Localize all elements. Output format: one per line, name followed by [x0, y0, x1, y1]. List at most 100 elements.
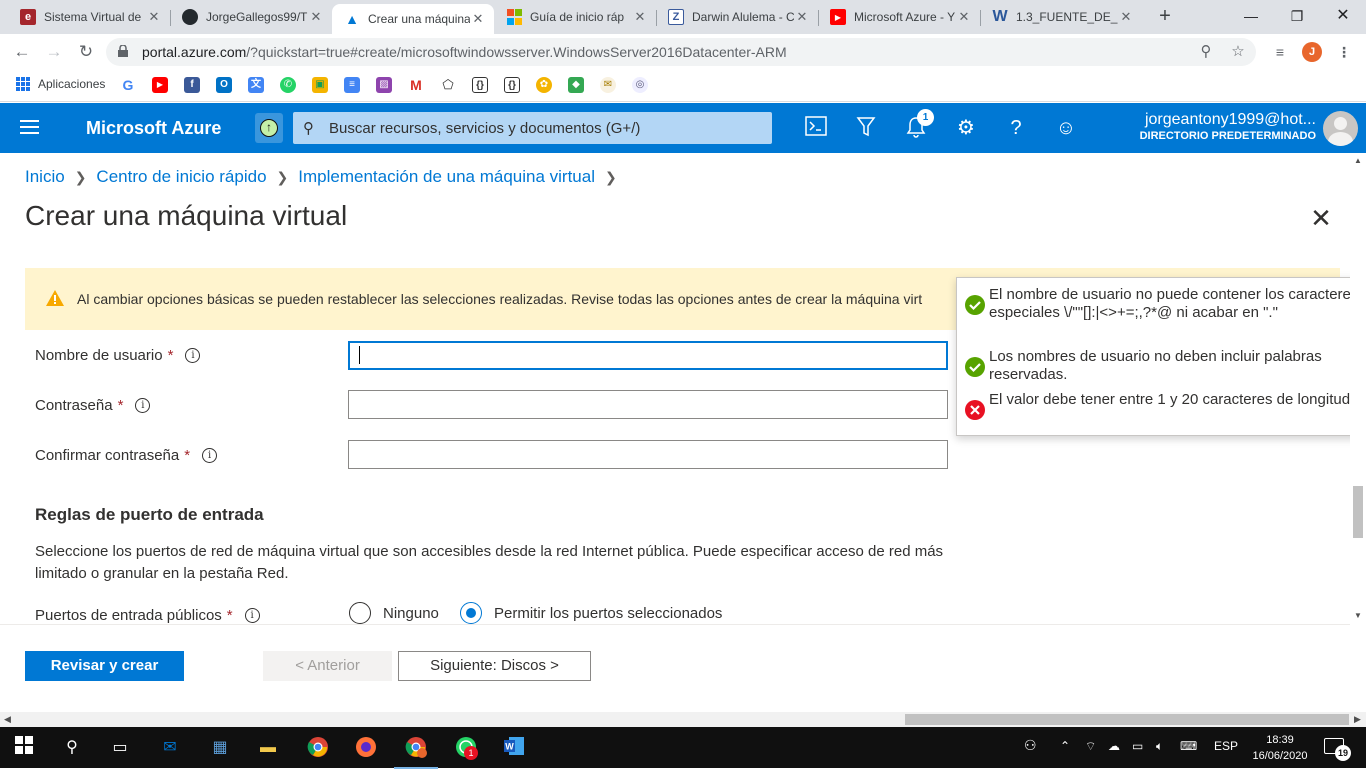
photos-icon[interactable]: ✿ [536, 77, 552, 93]
profile-avatar[interactable]: J [1302, 42, 1322, 62]
computer-icon[interactable]: ▦ [208, 736, 232, 760]
cloud-shell-icon[interactable] [804, 116, 828, 140]
horizontal-scrollbar[interactable]: ◀ ▶ [0, 712, 1366, 727]
help-icon[interactable]: ? [1004, 116, 1028, 140]
bookmark-apps[interactable]: Aplicaciones [16, 77, 105, 91]
youtube-icon[interactable]: ▶ [152, 77, 168, 93]
minimize-button[interactable]: — [1228, 0, 1274, 32]
facebook-icon[interactable]: f [184, 77, 200, 93]
mail-icon[interactable]: ✉ [158, 736, 182, 760]
volume-icon[interactable]: 🔈︎ [1156, 739, 1163, 754]
scroll-down-arrow-icon[interactable]: ▼ [1354, 611, 1362, 620]
classroom-icon[interactable]: ▣ [312, 77, 328, 93]
task-view-icon[interactable]: ▭ [108, 736, 132, 760]
close-blade-icon[interactable]: ✕ [1308, 205, 1334, 231]
tab-word-doc[interactable]: W 1.3_FUENTE_DE_CC ✕ [980, 0, 1142, 34]
radio-ninguno[interactable]: Ninguno [349, 602, 439, 624]
media-control-icon[interactable]: ≡ [1270, 42, 1290, 62]
maps-icon[interactable]: ◆ [568, 77, 584, 93]
zoom-icon[interactable]: ⚲ [1196, 42, 1216, 62]
omnibox[interactable]: portal.azure.com/?quickstart=true#create… [106, 38, 1256, 66]
password-input[interactable] [348, 390, 948, 419]
close-icon[interactable]: ✕ [470, 11, 486, 27]
tab-sistema-virtual[interactable]: e Sistema Virtual de ✕ [8, 0, 170, 34]
star-icon[interactable]: ☆ [1228, 42, 1248, 62]
restore-button[interactable]: ❐ [1274, 0, 1320, 32]
language-indicator[interactable]: ESP [1214, 739, 1238, 753]
radio-permitir-puertos[interactable]: Permitir los puertos seleccionados [460, 602, 722, 624]
onedrive-cloud-icon[interactable]: ☁ [1108, 739, 1120, 753]
info-icon[interactable]: i [135, 398, 151, 413]
network-icon[interactable]: ⌔ [1085, 739, 1096, 754]
new-tab-button[interactable]: + [1154, 6, 1176, 28]
breadcrumb-inicio[interactable]: Inicio [25, 167, 65, 187]
close-icon[interactable]: ✕ [632, 9, 648, 25]
username-input[interactable] [348, 341, 948, 370]
directory-filter-icon[interactable] [854, 116, 878, 140]
close-window-button[interactable]: ✕ [1320, 0, 1366, 32]
back-button[interactable]: ← [10, 40, 34, 64]
pattern-icon[interactable]: ▨ [376, 77, 392, 93]
confirm-password-input[interactable] [348, 440, 948, 469]
google-icon[interactable]: G [120, 77, 136, 93]
upgrade-button[interactable]: ↑ [255, 113, 283, 143]
avatar[interactable] [1323, 111, 1358, 146]
breadcrumb-centro-inicio[interactable]: Centro de inicio rápido [96, 167, 266, 187]
global-search[interactable]: ⚲ [293, 112, 772, 144]
close-icon[interactable]: ✕ [146, 9, 162, 25]
feedback-smiley-icon[interactable]: ☺ [1054, 116, 1078, 140]
search-icon[interactable]: ⚲ [60, 736, 84, 760]
radio-circle[interactable] [349, 602, 371, 624]
show-hidden-icons-chevron[interactable]: ⌃ [1060, 739, 1070, 753]
scroll-left-arrow-icon[interactable]: ◀ [4, 714, 11, 725]
tab-github[interactable]: JorgeGallegos99/T ✕ [170, 0, 332, 34]
word-icon[interactable]: W [502, 736, 526, 760]
action-center-icon[interactable]: 19 [1324, 738, 1351, 761]
scrollbar-thumb[interactable] [1353, 486, 1363, 538]
extension-icon[interactable]: ⬠ [440, 77, 456, 93]
keyboard-icon[interactable]: ⌨ [1180, 739, 1197, 753]
file-explorer-icon[interactable]: ▬ [256, 736, 280, 760]
previous-button[interactable]: < Anterior [263, 651, 392, 681]
firefox-icon[interactable] [354, 736, 378, 760]
scroll-right-arrow-icon[interactable]: ▶ [1354, 714, 1361, 725]
breadcrumb-implementacion[interactable]: Implementación de una máquina virtual [298, 167, 595, 187]
account-info[interactable]: jorgeantony1999@hot... DIRECTORIO PREDET… [1140, 111, 1316, 142]
reload-button[interactable]: ↻ [74, 40, 98, 64]
system-clock[interactable]: 18:39 16/06/2020 [1250, 732, 1310, 764]
whatsapp-icon[interactable]: ✆ [280, 77, 296, 93]
bookmark-logo-icon[interactable]: ✉ [600, 77, 616, 93]
bracket-icon[interactable]: {} [472, 77, 488, 93]
tab-crear-maquina[interactable]: ▲ Crear una máquina ✕ [332, 4, 494, 34]
close-icon[interactable]: ✕ [956, 9, 972, 25]
menu-icon[interactable]: ⋮ [1334, 42, 1354, 62]
chrome-profile-icon[interactable] [394, 736, 438, 769]
tab-guia-inicio[interactable]: Guía de inicio ráp ✕ [494, 0, 656, 34]
close-icon[interactable]: ✕ [308, 9, 324, 25]
tab-darwin[interactable]: Z Darwin Alulema - C ✕ [656, 0, 818, 34]
hamburger-menu-icon[interactable] [20, 120, 39, 134]
close-icon[interactable]: ✕ [1118, 9, 1134, 25]
bookmark-logo-icon[interactable]: ◎ [632, 77, 648, 93]
docs-icon[interactable]: ≡ [344, 77, 360, 93]
translate-icon[interactable]: 文 [248, 77, 264, 93]
review-create-button[interactable]: Revisar y crear [25, 651, 184, 681]
gmail-icon[interactable]: M [408, 77, 424, 93]
battery-icon[interactable]: ▭ [1132, 739, 1143, 753]
radio-circle-selected[interactable] [460, 602, 482, 624]
tab-youtube-azure[interactable]: ▶ Microsoft Azure - Y ✕ [818, 0, 980, 34]
bracket-icon[interactable]: {} [504, 77, 520, 93]
whatsapp-icon[interactable]: 1 [454, 736, 478, 760]
settings-gear-icon[interactable]: ⚙ [954, 116, 978, 140]
azure-brand[interactable]: Microsoft Azure [86, 118, 221, 139]
info-icon[interactable]: i [202, 448, 218, 463]
scroll-up-arrow-icon[interactable]: ▲ [1354, 156, 1362, 165]
windows-start-icon[interactable] [12, 736, 36, 760]
vertical-scrollbar[interactable]: ▲ ▼ [1350, 153, 1366, 625]
chrome-icon[interactable] [306, 736, 330, 760]
people-icon[interactable]: ⚇ [1024, 737, 1037, 754]
next-disks-button[interactable]: Siguiente: Discos > [398, 651, 591, 681]
info-icon[interactable]: i [244, 608, 260, 623]
global-search-input[interactable] [329, 112, 759, 144]
scrollbar-thumb[interactable] [905, 714, 1349, 725]
